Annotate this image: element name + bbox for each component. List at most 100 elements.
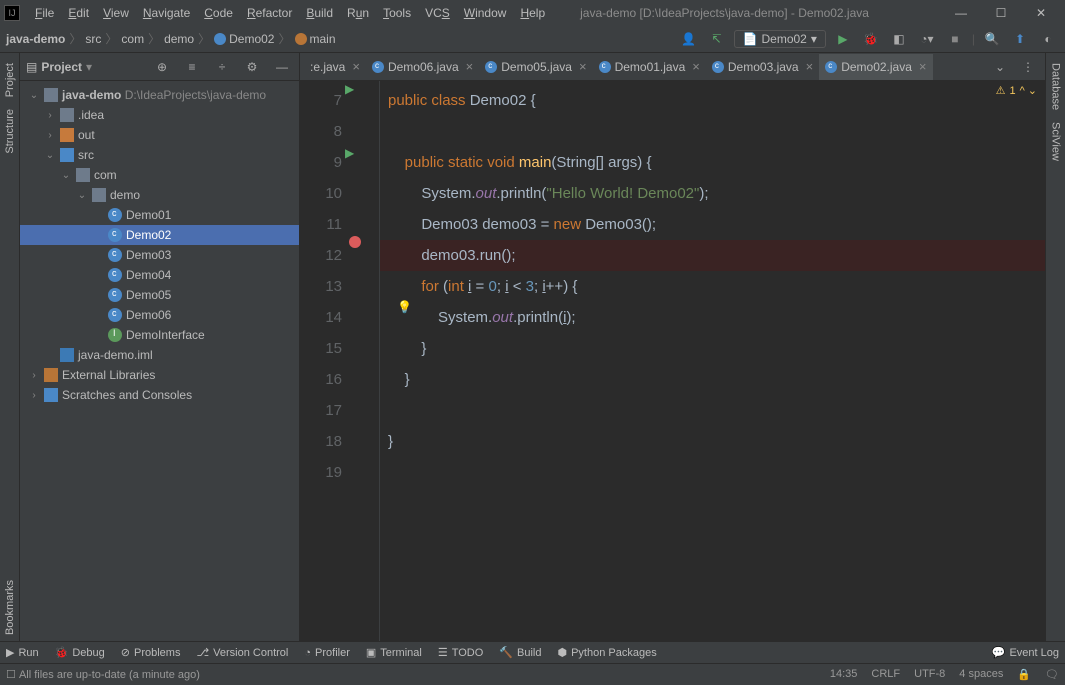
close-tab-icon[interactable]: × — [806, 59, 814, 74]
menu-window[interactable]: Window — [457, 6, 514, 20]
tab-demo05[interactable]: Demo05.java× — [479, 54, 592, 80]
menu-file[interactable]: File — [28, 6, 61, 20]
tab-bookmarks[interactable]: Bookmarks — [2, 574, 18, 641]
project-tree[interactable]: ⌄java-demo D:\IdeaProjects\java-demo ›.i… — [20, 81, 299, 641]
tree-root[interactable]: ⌄java-demo D:\IdeaProjects\java-demo — [20, 85, 299, 105]
tree-file-demo02[interactable]: Demo02 — [20, 225, 299, 245]
tree-file-demointerface[interactable]: DemoInterface — [20, 325, 299, 345]
cursor-position[interactable]: 14:35 — [830, 668, 858, 681]
bot-eventlog[interactable]: 💬 Event Log — [992, 646, 1059, 659]
bot-run[interactable]: ▶ Run — [6, 646, 39, 659]
tree-out[interactable]: ›out — [20, 125, 299, 145]
menu-view[interactable]: View — [96, 6, 136, 20]
tree-file-demo01[interactable]: Demo01 — [20, 205, 299, 225]
tab-sciview[interactable]: SciView — [1048, 116, 1064, 167]
crumb-project[interactable]: java-demo — [6, 32, 65, 46]
gutter[interactable]: 78910111213141516171819 — [300, 81, 350, 641]
lock-icon[interactable]: 🔒 — [1017, 668, 1031, 681]
settings-icon[interactable]: ⚙ — [241, 56, 263, 78]
bot-python[interactable]: ⬢ Python Packages — [557, 646, 656, 659]
close-button[interactable]: ✕ — [1021, 0, 1061, 25]
debug-button[interactable]: 🐞 — [860, 28, 882, 50]
run-gutter-icon[interactable]: ▶ — [345, 82, 354, 96]
indent[interactable]: 4 spaces — [959, 668, 1003, 681]
tab-demo02[interactable]: Demo02.java× — [819, 54, 932, 80]
status-icon[interactable]: ☐ — [6, 668, 16, 681]
menu-code[interactable]: Code — [197, 6, 240, 20]
menu-vcs[interactable]: VCS — [418, 6, 457, 20]
intention-bulb-icon[interactable]: 💡 — [397, 300, 412, 314]
select-opened-icon[interactable]: ⊕ — [151, 56, 173, 78]
tab-structure[interactable]: Structure — [2, 103, 18, 160]
expand-all-icon[interactable]: ≡ — [181, 56, 203, 78]
tab-demo03[interactable]: Demo03.java× — [706, 54, 819, 80]
tabs-more-icon[interactable]: ⋮ — [1017, 56, 1039, 78]
tab-project[interactable]: Project — [2, 57, 18, 103]
close-tab-icon[interactable]: × — [692, 59, 700, 74]
chevron-down-icon[interactable]: ▾ — [86, 60, 92, 74]
tab-demo01[interactable]: Demo01.java× — [593, 54, 706, 80]
profile-button[interactable]: ◔▾ — [916, 28, 938, 50]
crumb-sub[interactable]: demo — [164, 32, 194, 46]
line-separator[interactable]: CRLF — [871, 668, 900, 681]
tree-demo[interactable]: ⌄demo — [20, 185, 299, 205]
close-tab-icon[interactable]: × — [579, 59, 587, 74]
encoding[interactable]: UTF-8 — [914, 668, 945, 681]
crumb-method[interactable]: main — [310, 32, 336, 46]
tab-demo06[interactable]: Demo06.java× — [366, 54, 479, 80]
bot-debug[interactable]: 🐞 Debug — [55, 646, 105, 659]
menu-tools[interactable]: Tools — [376, 6, 418, 20]
build-icon[interactable]: ↸ — [706, 28, 728, 50]
run-button[interactable]: ▶ — [832, 28, 854, 50]
bot-vcs[interactable]: ⎇ Version Control — [196, 646, 288, 659]
code-text[interactable]: public class Demo02 { public static void… — [380, 81, 1045, 641]
breadcrumb[interactable]: java-demo 〉src 〉com 〉demo 〉Demo02 〉main — [6, 30, 336, 47]
menu-edit[interactable]: Edit — [61, 6, 96, 20]
code-area[interactable]: 78910111213141516171819 public class Dem… — [300, 81, 1045, 641]
gutter-icons[interactable] — [350, 81, 380, 641]
crumb-pkg[interactable]: com — [121, 32, 144, 46]
add-user-icon[interactable]: 👤 — [678, 28, 700, 50]
menu-build[interactable]: Build — [299, 6, 340, 20]
notifications-icon[interactable]: 🗨 — [1045, 668, 1059, 681]
bot-profiler[interactable]: ◔ Profiler — [304, 647, 350, 659]
tabs-dropdown-icon[interactable]: ⌄ — [989, 56, 1011, 78]
ide-settings-icon[interactable]: ◐ — [1037, 28, 1059, 50]
menu-run[interactable]: Run — [340, 6, 376, 20]
breakpoint-icon[interactable] — [349, 236, 361, 248]
inspection-widget[interactable]: ⚠ 1 ^ ⌄ — [996, 84, 1037, 97]
tree-iml[interactable]: java-demo.iml — [20, 345, 299, 365]
close-tab-icon[interactable]: × — [352, 59, 360, 74]
update-button[interactable]: ⬆ — [1009, 28, 1031, 50]
tree-file-demo05[interactable]: Demo05 — [20, 285, 299, 305]
tree-file-demo03[interactable]: Demo03 — [20, 245, 299, 265]
run-config-selector[interactable]: 📄 Demo02 ▾ — [734, 30, 826, 48]
tree-file-demo04[interactable]: Demo04 — [20, 265, 299, 285]
bot-todo[interactable]: ☰ TODO — [438, 646, 483, 659]
bot-terminal[interactable]: ▣ Terminal — [366, 646, 422, 659]
close-tab-icon[interactable]: × — [919, 59, 927, 74]
project-panel-title[interactable]: Project — [41, 60, 82, 74]
tree-idea[interactable]: ›.idea — [20, 105, 299, 125]
run-gutter-icon[interactable]: ▶ — [345, 146, 354, 160]
hide-panel-icon[interactable]: — — [271, 56, 293, 78]
tree-external-libs[interactable]: ›External Libraries — [20, 365, 299, 385]
tab-database[interactable]: Database — [1048, 57, 1064, 116]
stop-button[interactable]: ■ — [944, 28, 966, 50]
crumb-class[interactable]: Demo02 — [229, 32, 274, 46]
bot-problems[interactable]: ⊘ Problems — [121, 646, 181, 659]
tree-com[interactable]: ⌄com — [20, 165, 299, 185]
tree-src[interactable]: ⌄src — [20, 145, 299, 165]
menu-navigate[interactable]: Navigate — [136, 6, 197, 20]
menu-refactor[interactable]: Refactor — [240, 6, 299, 20]
collapse-all-icon[interactable]: ÷ — [211, 56, 233, 78]
tree-file-demo06[interactable]: Demo06 — [20, 305, 299, 325]
tab-truncated[interactable]: :e.java× — [304, 54, 366, 80]
maximize-button[interactable]: ☐ — [981, 0, 1021, 25]
coverage-button[interactable]: ◧ — [888, 28, 910, 50]
tree-scratches[interactable]: ›Scratches and Consoles — [20, 385, 299, 405]
close-tab-icon[interactable]: × — [466, 59, 474, 74]
bot-build[interactable]: 🔨 Build — [499, 646, 541, 659]
search-button[interactable]: 🔍 — [981, 28, 1003, 50]
menu-help[interactable]: Help — [513, 6, 552, 20]
